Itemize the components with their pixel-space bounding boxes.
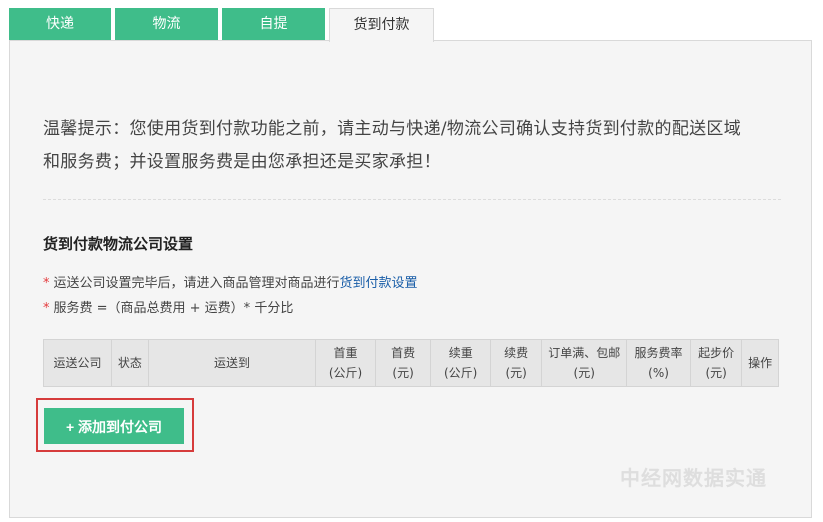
table-header-row: 运送公司 状态 运送到 首重 (公斤) 首费 (元) 续重 (公斤) 续费 (元) 订单…: [42, 339, 779, 387]
note-setup-text: 运送公司设置完毕后，请进入商品管理对商品进行: [53, 276, 340, 291]
required-star: *: [43, 276, 50, 291]
col-carrier: 运送公司: [42, 339, 113, 387]
cod-settings-panel: 温馨提示：您使用货到付款功能之前，请主动与快递/物流公司确认支持货到付款的配送区…: [9, 40, 812, 518]
col-starting-price: 起步价 (元): [689, 339, 743, 387]
divider: [43, 199, 781, 200]
col-service-rate: 服务费率 (%): [626, 339, 691, 387]
col-destination: 运送到: [147, 339, 317, 387]
watermark: 中经网数据实通: [620, 466, 767, 490]
tab-self-pickup[interactable]: 自提: [222, 8, 325, 41]
col-status: 状态: [111, 339, 149, 387]
required-star: *: [43, 301, 50, 316]
tab-cash-on-delivery[interactable]: 货到付款: [329, 8, 434, 42]
col-first-fee: 首费 (元): [374, 339, 432, 387]
notes: * 运送公司设置完毕后，请进入商品管理对商品进行货到付款设置 * 服务费 =（商品总…: [43, 271, 418, 321]
col-first-weight: 首重 (公斤): [315, 339, 376, 387]
carrier-table: 运送公司 状态 运送到 首重 (公斤) 首费 (元) 续重 (公斤) 续费 (元) 订单…: [42, 339, 779, 387]
col-free-shipping-threshold: 订单满、包邮 (元): [541, 339, 628, 387]
reminder-tip: 温馨提示：您使用货到付款功能之前，请主动与快递/物流公司确认支持货到付款的配送区…: [43, 113, 788, 179]
tab-logistics[interactable]: 物流: [115, 8, 218, 41]
reminder-line-1: 温馨提示：您使用货到付款功能之前，请主动与快递/物流公司确认支持货到付款的配送区…: [43, 119, 742, 139]
cod-settings-link[interactable]: 货到付款设置: [340, 276, 418, 291]
col-extra-fee: 续费 (元): [490, 339, 543, 387]
reminder-line-2: 和服务费；并设置服务费是由您承担还是买家承担！: [43, 152, 441, 172]
tab-bar: 快递 物流 自提 货到付款: [9, 8, 438, 42]
section-title: 货到付款物流公司设置: [43, 235, 194, 253]
add-cod-carrier-button[interactable]: + 添加到付公司: [44, 408, 184, 444]
col-actions: 操作: [741, 339, 779, 387]
col-extra-weight: 续重 (公斤): [430, 339, 492, 387]
note-fee-formula: * 服务费 =（商品总费用 + 运费）* 千分比: [43, 296, 418, 321]
note-fee-formula-text: 服务费 =（商品总费用 + 运费）* 千分比: [53, 301, 294, 316]
tab-express[interactable]: 快递: [9, 8, 111, 41]
note-setup: * 运送公司设置完毕后，请进入商品管理对商品进行货到付款设置: [43, 271, 418, 296]
